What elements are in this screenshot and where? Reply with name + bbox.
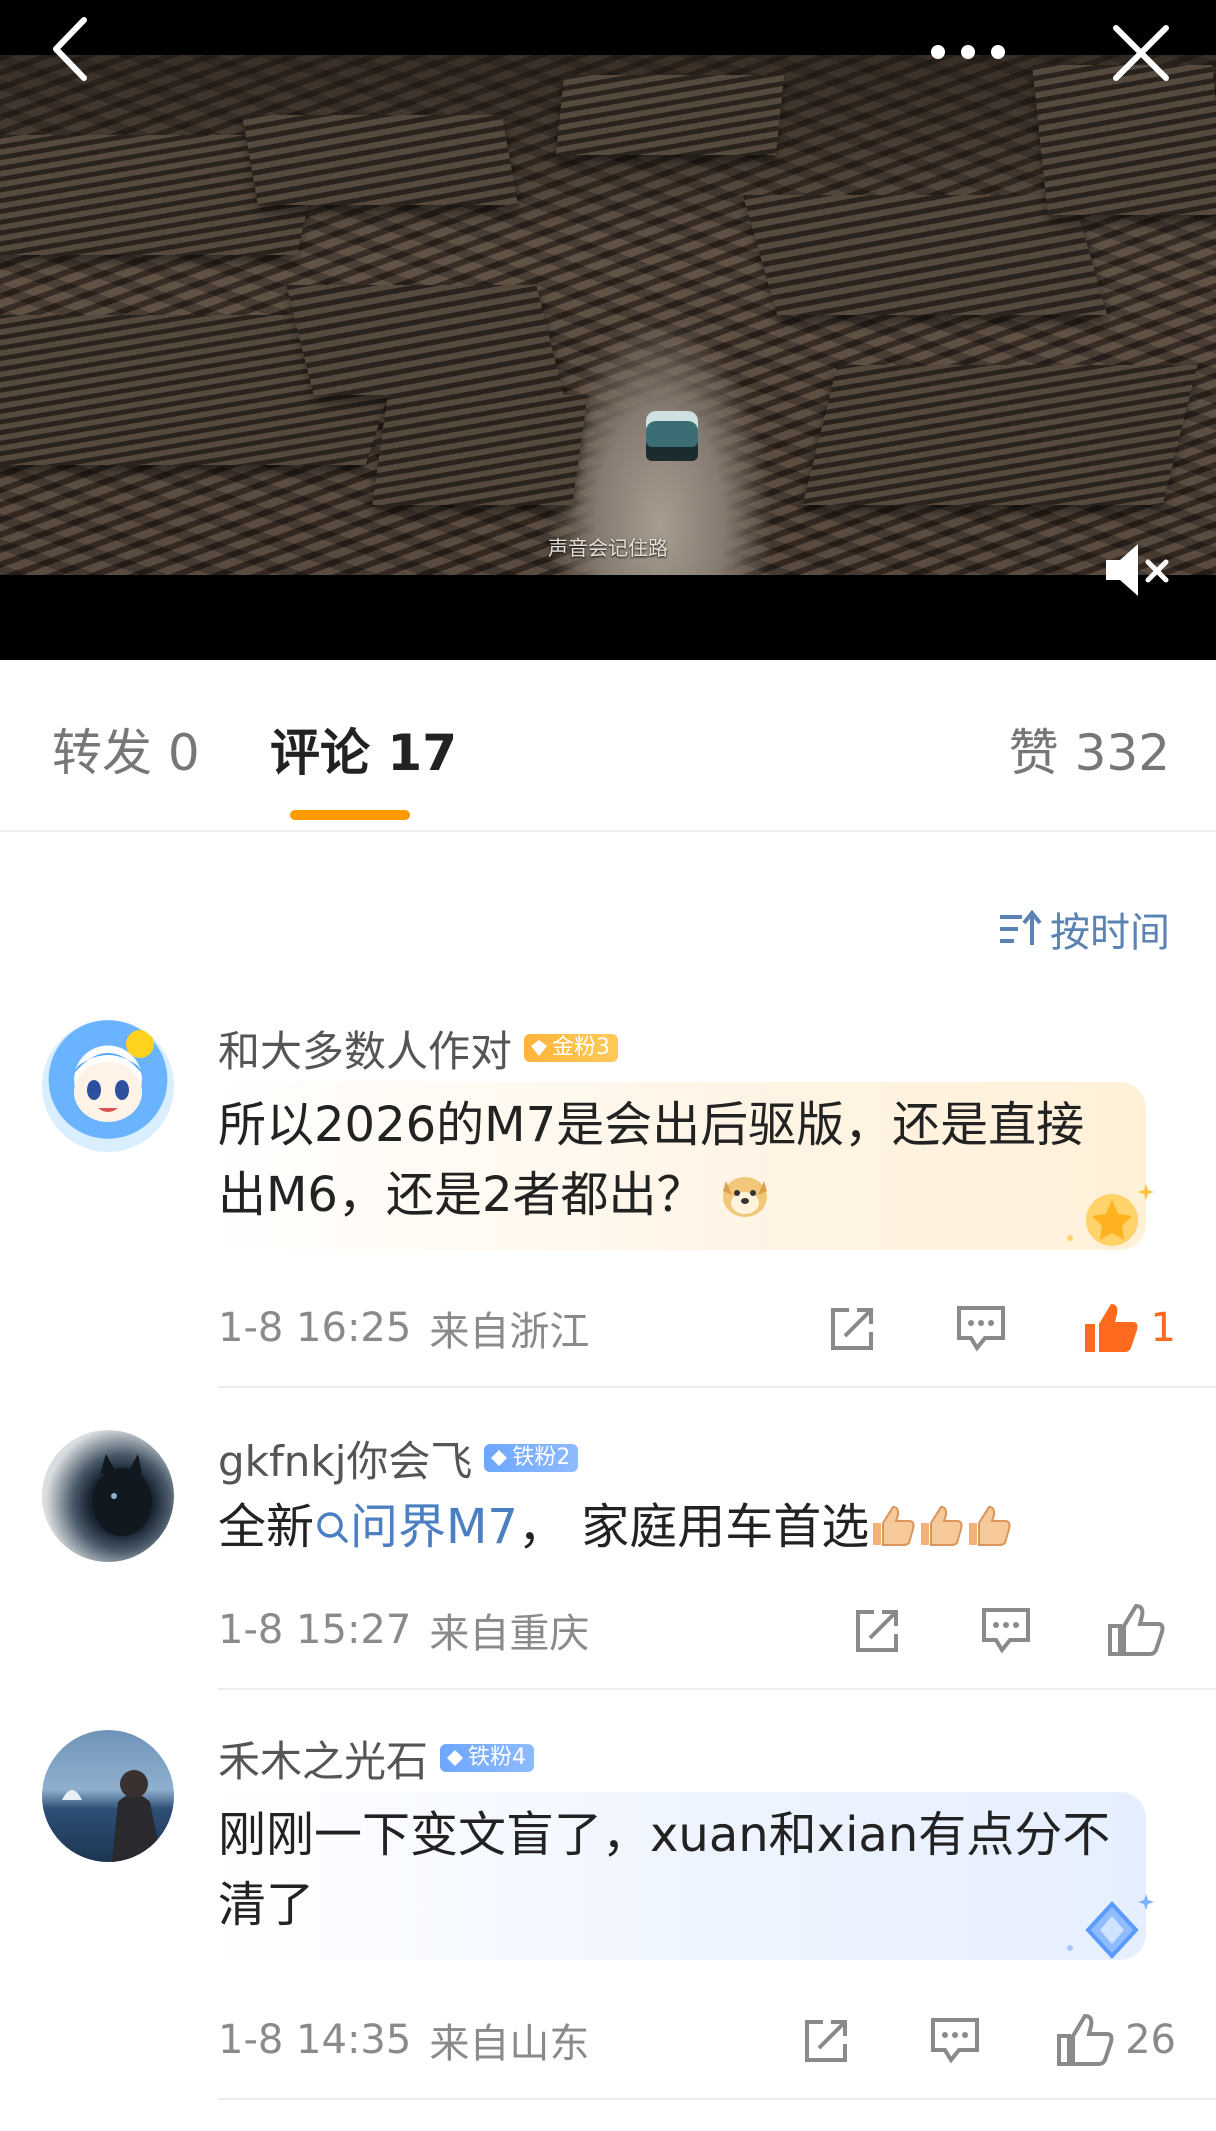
- topic-link[interactable]: 问界M7: [314, 1499, 518, 1555]
- gold-badge-icon: [531, 1040, 548, 1056]
- fan-badge-label: 金粉3: [552, 1035, 611, 1060]
- share-icon: [805, 2020, 848, 2062]
- comment-icon: [931, 2018, 980, 2064]
- tab-comment[interactable]: 评论 17: [270, 728, 457, 778]
- divider: [218, 1386, 1216, 1388]
- comment-item: 禾木之光石 铁粉4 刚刚一下变文盲了，xuan和xian有点分不清了 1-8 1…: [0, 1730, 1216, 2130]
- avatar[interactable]: [42, 1020, 174, 1152]
- comment-text-rest: ， 家庭用车首选: [517, 1499, 870, 1555]
- share-icon: [830, 1308, 873, 1350]
- close-button[interactable]: [1110, 22, 1172, 84]
- reply-button[interactable]: [953, 1302, 1009, 1354]
- roof: [242, 115, 518, 205]
- share-icon: [856, 1610, 898, 1652]
- thumbs-up-emoji-icon: [921, 1505, 963, 1546]
- fan-badge[interactable]: 铁粉4: [440, 1744, 535, 1772]
- roof: [286, 285, 564, 395]
- car: [646, 411, 698, 461]
- comment-time: 1-8 16:25: [218, 1305, 412, 1351]
- video-frame: [0, 55, 1216, 575]
- video-subtitle: 声音会记住路: [548, 536, 668, 560]
- thumbs-up-filled-icon: [1084, 1304, 1138, 1352]
- roof: [802, 365, 1198, 505]
- video-player[interactable]: 声音会记住路: [0, 0, 1216, 660]
- comment-icon: [982, 1608, 1030, 1654]
- share-button[interactable]: [799, 2014, 855, 2066]
- tab-repost[interactable]: 转发 0: [52, 728, 200, 778]
- share-button[interactable]: [825, 1302, 881, 1354]
- comment-bubble: 刚刚一下变文盲了，xuan和xian有点分不清了: [208, 1792, 1154, 1960]
- reply-button[interactable]: [978, 1604, 1034, 1656]
- fan-badge[interactable]: 铁粉2: [484, 1444, 579, 1472]
- comment-icon: [956, 1306, 1005, 1352]
- gold-crown-decoration-icon: [1067, 1184, 1154, 1246]
- active-tab-indicator: [290, 810, 410, 820]
- comment-item: 和大多数人作对 金粉3 所以2026的M7是会出后驱版，还是直接出M6，还是2者…: [0, 1020, 1216, 1390]
- cat-avatar-icon: [92, 1454, 152, 1536]
- sort-by-time-button[interactable]: 按时间: [998, 900, 1170, 958]
- username[interactable]: 和大多数人作对: [218, 1018, 512, 1079]
- back-button[interactable]: [46, 14, 96, 84]
- divider: [218, 2098, 1216, 2100]
- thumbs-up-emoji-icon: [873, 1505, 915, 1546]
- comment-location: 来自重庆: [429, 1611, 590, 1657]
- chevron-left-icon: [53, 17, 87, 81]
- diamond-badge-icon: [491, 1450, 508, 1466]
- avatar[interactable]: [42, 1730, 174, 1862]
- anime-avatar-icon: [72, 1030, 154, 1122]
- search-icon: [317, 1512, 348, 1543]
- username[interactable]: 禾木之光石: [218, 1728, 428, 1789]
- mute-button[interactable]: [1102, 540, 1174, 600]
- like-button[interactable]: 26: [1055, 2012, 1176, 2068]
- roof: [1032, 65, 1216, 215]
- comment-text-content: 全新: [218, 1499, 315, 1555]
- like-button[interactable]: [1106, 1602, 1176, 1658]
- close-icon: [1113, 25, 1169, 81]
- comment-text: 全新 问界M7， 家庭用车首选: [218, 1492, 1176, 1562]
- username[interactable]: gkfnkj你会飞: [218, 1428, 472, 1489]
- fan-badge-label: 铁粉4: [468, 1745, 527, 1770]
- more-dots-icon: [931, 45, 1005, 59]
- sort-icon: [1000, 909, 1042, 945]
- share-button[interactable]: [850, 1604, 906, 1656]
- topic-label: 问界M7: [350, 1499, 518, 1555]
- comment-text: 刚刚一下变文盲了，xuan和xian有点分不清了: [218, 1807, 1111, 1933]
- fan-badge[interactable]: 金粉3: [524, 1034, 619, 1062]
- tab-bar: 转发 0 评论 17 赞 332: [0, 680, 1216, 832]
- person-seaside-avatar-icon: [62, 1770, 162, 1862]
- comment-time: 1-8 15:27: [218, 1607, 412, 1653]
- divider: [218, 1688, 1216, 1690]
- comment-text-content: 所以2026的M7是会出后驱版，还是直接出M6，还是2者都出？: [218, 1097, 1085, 1223]
- like-count: 1: [1150, 1305, 1176, 1351]
- doge-emoji-icon: [722, 1177, 767, 1217]
- like-count: 26: [1125, 2017, 1176, 2063]
- like-button[interactable]: 1: [1081, 1300, 1176, 1356]
- fan-badge-label: 铁粉2: [512, 1445, 571, 1470]
- blue-diamond-decoration-icon: [1067, 1894, 1154, 1959]
- roof: [555, 75, 785, 155]
- thumbs-up-emojis: [869, 1499, 1013, 1555]
- more-button[interactable]: [926, 22, 1010, 66]
- comment-item: gkfnkj你会飞 铁粉2 全新 问界M7， 家庭用车首选 1-8 15:27 来…: [0, 1430, 1216, 1730]
- roof: [372, 395, 588, 505]
- thumbs-up-icon: [1057, 2013, 1114, 2066]
- thumbs-up-icon: [1108, 1603, 1165, 1656]
- comment-location: 来自山东: [429, 2021, 590, 2067]
- comment-location: 来自浙江: [429, 1309, 590, 1355]
- comment-text: 所以2026的M7是会出后驱版，还是直接出M6，还是2者都出？: [218, 1090, 1132, 1230]
- comment-bubble: 所以2026的M7是会出后驱版，还是直接出M6，还是2者都出？: [208, 1082, 1154, 1250]
- sort-label: 按时间: [1050, 910, 1170, 956]
- speaker-muted-icon: [1106, 544, 1169, 596]
- tab-like[interactable]: 赞 332: [1009, 728, 1170, 778]
- avatar[interactable]: [42, 1430, 174, 1562]
- comment-time: 1-8 14:35: [218, 2017, 412, 2063]
- thumbs-up-emoji-icon: [969, 1505, 1011, 1546]
- reply-button[interactable]: [927, 2014, 983, 2066]
- diamond-badge-icon: [447, 1750, 464, 1766]
